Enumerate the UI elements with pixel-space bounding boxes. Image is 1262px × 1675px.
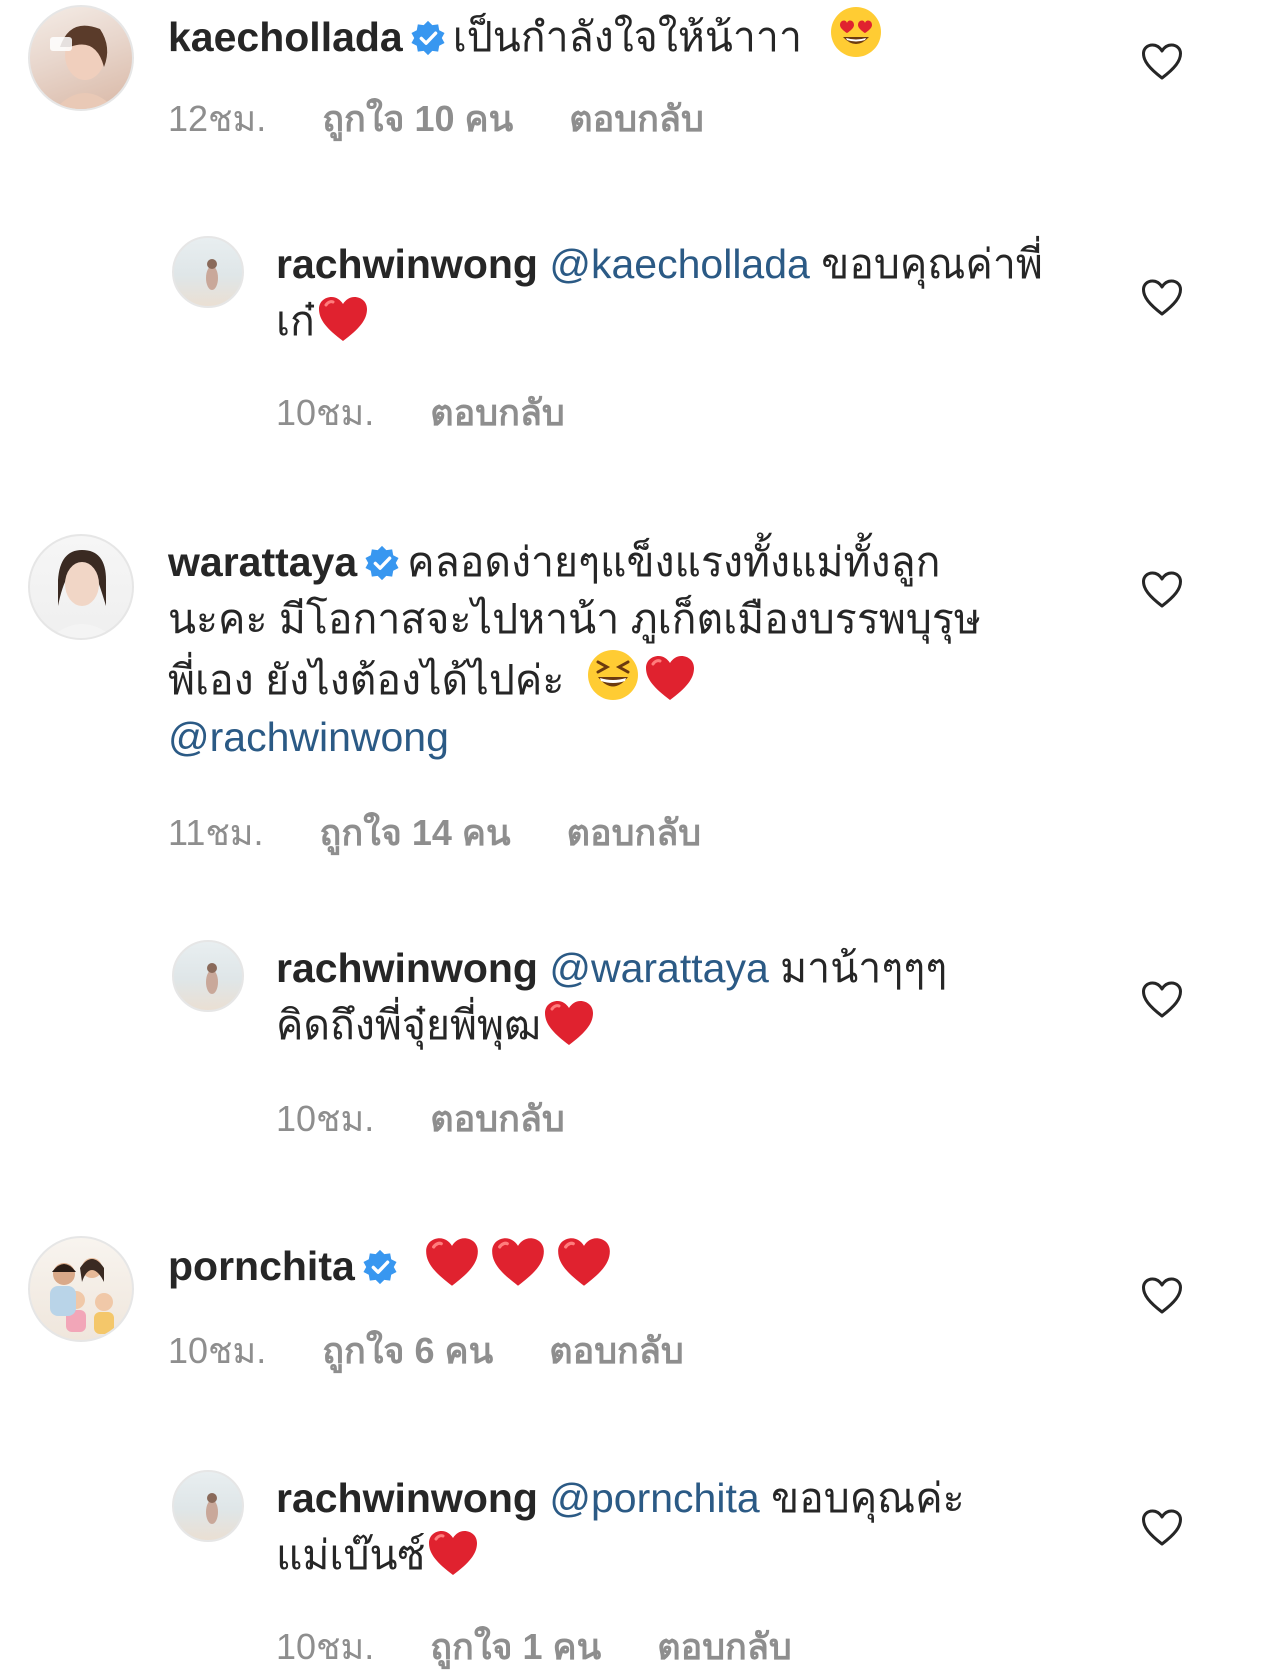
username[interactable]: rachwinwong	[276, 945, 538, 991]
reply-button[interactable]: ตอบกลับ	[569, 90, 704, 147]
username[interactable]: pornchita	[168, 1243, 355, 1289]
comment-meta: 10ชม. ถูกใจ 6 คน ตอบกลับ	[168, 1322, 740, 1379]
comment-text: warattaya คลอดง่ายๆแข็งแรงทั้งแม่ทั้งลูก …	[168, 534, 1068, 766]
username[interactable]: warattaya	[168, 539, 357, 585]
avatar[interactable]	[172, 940, 244, 1012]
like-heart-icon[interactable]	[1140, 278, 1184, 318]
red-heart-emoji-icon	[543, 999, 595, 1047]
username[interactable]: rachwinwong	[276, 1475, 538, 1521]
comment-text: rachwinwong @pornchita ขอบคุณค่ะ แม่เบ๊น…	[276, 1470, 1076, 1584]
avatar[interactable]	[172, 1470, 244, 1542]
comment-meta: 10ชม. ตอบกลับ	[276, 1090, 621, 1147]
timestamp: 12ชม.	[168, 98, 267, 139]
comment-meta: 10ชม. ตอบกลับ	[276, 384, 621, 441]
red-heart-emoji-icon	[317, 295, 369, 343]
red-heart-emoji-icon	[424, 1236, 480, 1288]
verified-badge-icon	[409, 19, 447, 57]
comment-text: pornchita	[168, 1236, 1068, 1295]
avatar[interactable]	[172, 236, 244, 308]
verified-badge-icon	[363, 544, 401, 582]
comment-message: เป็นกำลังใจให้น้าาา	[452, 14, 802, 60]
red-heart-emoji-icon	[556, 1236, 612, 1288]
like-heart-icon[interactable]	[1140, 980, 1184, 1020]
verified-badge-icon	[361, 1248, 399, 1286]
red-heart-emoji-icon	[644, 654, 696, 702]
timestamp: 10ชม.	[276, 1098, 375, 1139]
comment-meta: 10ชม. ถูกใจ 1 คน ตอบกลับ	[276, 1618, 848, 1675]
reply-button[interactable]: ตอบกลับ	[657, 1618, 792, 1675]
avatar[interactable]	[28, 5, 134, 111]
like-heart-icon[interactable]	[1140, 1508, 1184, 1548]
timestamp: 10ชม.	[276, 1626, 375, 1667]
mention-link[interactable]: @warattaya	[549, 945, 768, 991]
username[interactable]: rachwinwong	[276, 241, 538, 287]
comment-meta: 11ชม. ถูกใจ 14 คน ตอบกลับ	[168, 804, 757, 861]
likes-count[interactable]: ถูกใจ 6 คน	[322, 1322, 493, 1379]
likes-count[interactable]: ถูกใจ 10 คน	[322, 90, 513, 147]
comment-meta: 12ชม. ถูกใจ 10 คน ตอบกลับ	[168, 90, 760, 147]
timestamp: 10ชม.	[276, 392, 375, 433]
avatar[interactable]	[28, 534, 134, 640]
comment-message-line1: มาน้าๆๆๆ	[780, 945, 948, 991]
mention-link[interactable]: @rachwinwong	[168, 714, 449, 760]
comment-message-line1: ขอบคุณค่ะ	[771, 1475, 965, 1521]
red-heart-emoji-icon	[427, 1529, 479, 1577]
reply-button[interactable]: ตอบกลับ	[430, 384, 565, 441]
reply-button[interactable]: ตอบกลับ	[567, 804, 702, 861]
likes-count[interactable]: ถูกใจ 1 คน	[430, 1618, 601, 1675]
comment-message-line2: คิดถึงพี่จุ๋ยพี่พุฒ	[276, 1002, 542, 1048]
like-heart-icon[interactable]	[1140, 1276, 1184, 1316]
avatar[interactable]	[28, 1236, 134, 1342]
comment-message-line2: นะคะ มีโอกาสจะไปหาน้า ภูเก็ตเมืองบรรพบุร…	[168, 596, 981, 642]
comment-text: rachwinwong @kaechollada ขอบคุณค่าพี่เก๋	[276, 236, 1076, 350]
comment-message-line3: พี่เอง ยังไงต้องได้ไปค่ะ	[168, 657, 565, 703]
reply-button[interactable]: ตอบกลับ	[430, 1090, 565, 1147]
heart-eyes-emoji-icon	[829, 5, 883, 59]
like-heart-icon[interactable]	[1140, 42, 1184, 82]
comment-text: rachwinwong @warattaya มาน้าๆๆๆ คิดถึงพี…	[276, 940, 1076, 1054]
timestamp: 10ชม.	[168, 1330, 267, 1371]
grinning-squint-emoji-icon	[586, 648, 640, 702]
comment-text: kaechollada เป็นกำลังใจให้น้าาา	[168, 5, 1068, 66]
mention-link[interactable]: @pornchita	[549, 1475, 759, 1521]
timestamp: 11ชม.	[168, 812, 264, 853]
likes-count[interactable]: ถูกใจ 14 คน	[320, 804, 511, 861]
mention-link[interactable]: @kaechollada	[549, 241, 809, 287]
reply-button[interactable]: ตอบกลับ	[549, 1322, 684, 1379]
comment-message-line1: คลอดง่ายๆแข็งแรงทั้งแม่ทั้งลูก	[407, 539, 941, 585]
comment-message-line2: แม่เบ๊นซ์	[276, 1532, 426, 1578]
red-heart-emoji-icon	[490, 1236, 546, 1288]
username[interactable]: kaechollada	[168, 14, 403, 60]
like-heart-icon[interactable]	[1140, 570, 1184, 610]
